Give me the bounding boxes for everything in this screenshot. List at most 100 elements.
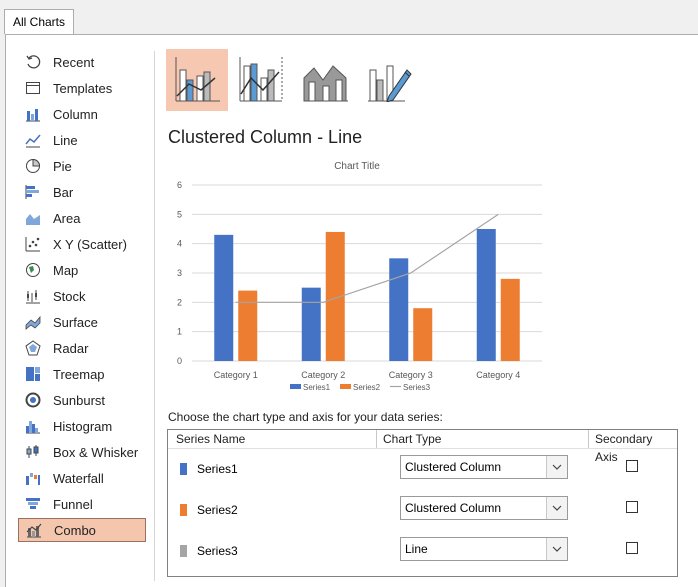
header-rule: [168, 448, 677, 449]
y-tick-label: 3: [177, 268, 182, 278]
sidebar-item-scatter[interactable]: X Y (Scatter): [18, 232, 146, 256]
custom-combination-icon: [365, 56, 413, 105]
treemap-icon: [24, 365, 42, 383]
sidebar-item-label: Surface: [53, 314, 98, 330]
sidebar-item-templates[interactable]: Templates: [18, 76, 146, 100]
bar-series2: [238, 290, 258, 361]
sidebar-item-treemap[interactable]: Treemap: [18, 362, 146, 386]
series-instruction: Choose the chart type and axis for your …: [168, 410, 443, 424]
chart-type-title: Clustered Column - Line: [168, 127, 363, 147]
bar-series1: [476, 229, 496, 361]
legend-swatch: [340, 384, 351, 389]
clustered-column-line-secondary-icon: [237, 56, 285, 105]
tab-bar: All Charts: [0, 0, 698, 34]
stock-icon: [24, 287, 42, 305]
sidebar-item-column[interactable]: Column: [18, 102, 146, 126]
sidebar-item-area[interactable]: Area: [18, 206, 146, 230]
sidebar-item-label: Waterfall: [53, 470, 104, 486]
series-color-swatch: [180, 463, 187, 475]
sunburst-icon: [24, 391, 42, 409]
sidebar-item-recent[interactable]: Recent: [18, 50, 146, 74]
dropdown-value: Clustered Column: [405, 460, 502, 474]
series-grid: Series Name Chart Type Secondary Axis Se…: [167, 429, 678, 577]
bar-series1: [389, 258, 409, 361]
series-name: Series3: [197, 544, 238, 558]
bar-series2: [413, 308, 433, 361]
funnel-icon: [24, 495, 42, 513]
column-icon: [24, 105, 42, 123]
secondary-axis-checkbox[interactable]: [626, 542, 638, 554]
sidebar-item-label: Box & Whisker: [53, 444, 139, 460]
sidebar-item-pie[interactable]: Pie: [18, 154, 146, 178]
y-tick-label: 5: [177, 209, 182, 219]
chart-type-dropdown[interactable]: Clustered Column: [400, 455, 568, 479]
sidebar-item-label: Histogram: [53, 418, 113, 434]
sidebar-item-label: Templates: [53, 80, 113, 96]
secondary-axis-checkbox[interactable]: [626, 501, 638, 513]
legend-label: Series1: [303, 383, 331, 392]
sidebar-item-box-whisker[interactable]: Box & Whisker: [18, 440, 146, 464]
sidebar-item-label: Combo: [54, 522, 96, 538]
secondary-axis-checkbox[interactable]: [626, 460, 638, 472]
templates-icon: [24, 79, 42, 97]
sidebar-item-label: Line: [53, 132, 78, 148]
header-chart-type: Chart Type: [383, 432, 442, 446]
chevron-down-icon[interactable]: [546, 456, 567, 478]
legend-swatch: [290, 384, 301, 389]
sidebar-item-surface[interactable]: Surface: [18, 310, 146, 334]
series-row-series1: Series1 Clustered Column: [168, 450, 677, 490]
chevron-down-icon[interactable]: [546, 538, 567, 560]
subtype-custom-combination[interactable]: [358, 49, 420, 111]
sidebar-item-histogram[interactable]: Histogram: [18, 414, 146, 438]
sidebar-item-line[interactable]: Line: [18, 128, 146, 152]
bar-series1: [214, 234, 234, 361]
surface-icon: [24, 313, 42, 331]
sidebar-item-funnel[interactable]: Funnel: [18, 492, 146, 516]
sidebar-item-label: Pie: [53, 158, 72, 174]
tab-all-charts[interactable]: All Charts: [4, 9, 75, 34]
radar-icon: [24, 339, 42, 357]
dropdown-value: Clustered Column: [405, 501, 502, 515]
chart-type-dropdown[interactable]: Line: [400, 537, 568, 561]
chart-title: Chart Title: [334, 161, 380, 172]
y-tick-label: 0: [177, 356, 182, 366]
header-secondary-axis: Secondary Axis: [595, 432, 653, 464]
sidebar-item-bar[interactable]: Bar: [18, 180, 146, 204]
sidebar-item-label: Funnel: [53, 496, 93, 512]
chevron-down-icon[interactable]: [546, 497, 567, 519]
sidebar-item-waterfall[interactable]: Waterfall: [18, 466, 146, 490]
dropdown-value: Line: [405, 542, 428, 556]
subtype-stacked-area-clustered-column[interactable]: [294, 49, 356, 111]
sidebar-item-radar[interactable]: Radar: [18, 336, 146, 360]
series-color-swatch: [180, 545, 187, 557]
header-separator: [376, 430, 377, 448]
bar-icon: [24, 183, 42, 201]
x-tick-label: Category 3: [389, 370, 433, 380]
line-series3: [235, 213, 499, 303]
series-row-series2: Series2 Clustered Column: [168, 491, 677, 531]
scatter-icon: [24, 235, 42, 253]
sidebar-item-label: Radar: [53, 340, 89, 356]
histogram-icon: [24, 417, 42, 435]
sidebar-item-sunburst[interactable]: Sunburst: [18, 388, 146, 412]
x-tick-label: Category 1: [214, 370, 258, 380]
sidebar-item-label: X Y (Scatter): [53, 236, 127, 252]
header-series-name: Series Name: [176, 432, 246, 446]
series-name: Series1: [197, 462, 238, 476]
sidebar-item-map[interactable]: Map: [18, 258, 146, 282]
sidebar-item-label: Stock: [53, 288, 86, 304]
series-name: Series2: [197, 503, 238, 517]
sidebar-item-stock[interactable]: Stock: [18, 284, 146, 308]
y-tick-label: 1: [177, 327, 182, 337]
dialog-panel: Recent Templates Column Line Pie Bar Are…: [5, 34, 698, 587]
subtype-clustered-column-line-secondary[interactable]: [230, 49, 292, 111]
sidebar-item-label: Recent: [53, 54, 95, 70]
y-tick-label: 2: [177, 297, 182, 307]
sidebar-divider: [154, 51, 155, 581]
sidebar-item-label: Map: [53, 262, 79, 278]
subtype-clustered-column-line[interactable]: [166, 49, 228, 111]
chart-type-dropdown[interactable]: Clustered Column: [400, 496, 568, 520]
legend-label: Series3: [403, 383, 431, 392]
line-icon: [24, 131, 42, 149]
sidebar-item-combo[interactable]: Combo: [18, 518, 146, 542]
